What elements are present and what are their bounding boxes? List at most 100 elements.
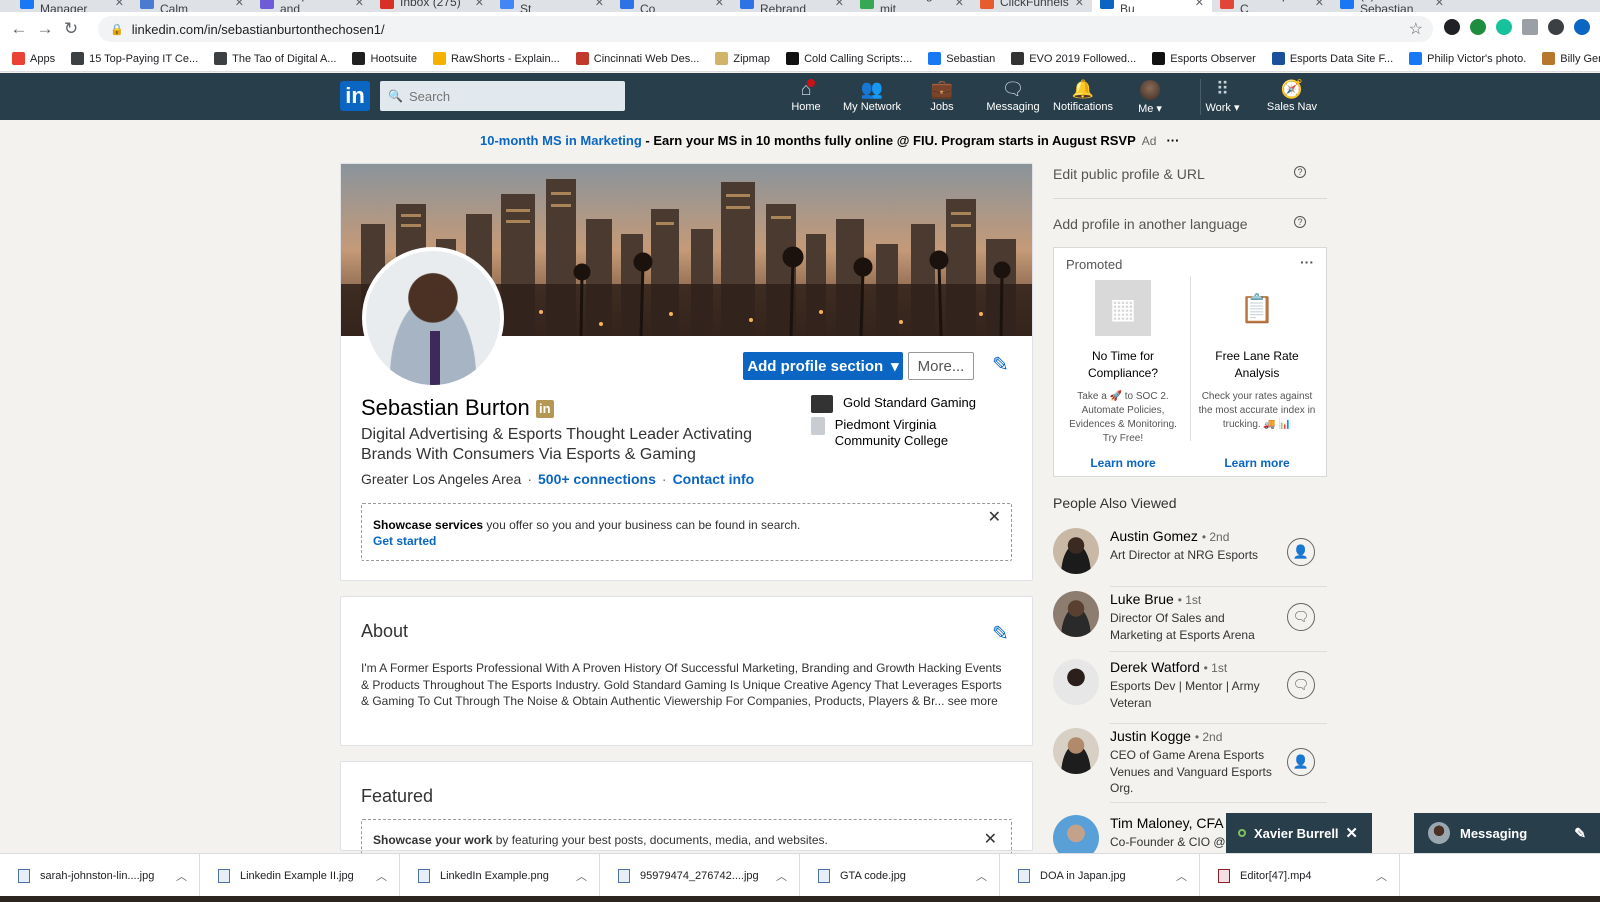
address-bar[interactable]: 🔒 linkedin.com/in/sebastianburtonthechos… xyxy=(98,16,1433,42)
avatar[interactable] xyxy=(1053,591,1099,637)
sponsored-ad-line[interactable]: 10-month MS in Marketing - Earn your MS … xyxy=(480,133,1179,148)
compose-icon[interactable]: ✎ xyxy=(1574,825,1586,842)
education-item[interactable]: Piedmont Virginia Community College xyxy=(811,417,971,449)
bookmark-star-icon[interactable]: ☆ xyxy=(1409,19,1423,39)
chevron-up-icon[interactable]: ︿ xyxy=(1176,868,1187,884)
profile-icon[interactable] xyxy=(1548,19,1564,35)
browser-tab[interactable]: Free Esports C✕ xyxy=(1212,0,1332,12)
bookmark-item[interactable]: RawShorts - Explain... xyxy=(432,52,560,65)
back-arrow-icon[interactable]: ← xyxy=(6,19,32,39)
close-icon[interactable]: ✕ xyxy=(715,0,724,9)
profile-photo[interactable] xyxy=(362,247,504,389)
connect-icon[interactable]: 👤 xyxy=(1287,748,1315,776)
bookmark-item[interactable]: Cold Calling Scripts:... xyxy=(786,52,912,65)
nav-sales-nav[interactable]: 🧭 Sales Nav xyxy=(1266,79,1318,115)
linkedin-logo[interactable]: in xyxy=(340,81,370,111)
edit-pencil-icon[interactable]: ✎ xyxy=(992,352,1009,377)
learn-more-link[interactable]: Learn more xyxy=(1192,456,1322,470)
people-list-item[interactable]: Austin Gomez • 2nd Art Director at NRG E… xyxy=(1053,528,1327,588)
help-icon[interactable]: ? xyxy=(1294,216,1306,228)
avatar[interactable] xyxy=(1053,659,1099,705)
close-icon[interactable]: ✕ xyxy=(355,0,364,9)
bookmark-item[interactable]: 15 Top-Paying IT Ce... xyxy=(71,52,198,65)
extension-icon[interactable] xyxy=(1444,19,1460,35)
bookmark-item[interactable]: Esports Data Site F... xyxy=(1271,52,1393,65)
bookmark-item[interactable]: Sebastian xyxy=(928,52,995,65)
chevron-up-icon[interactable]: ︿ xyxy=(376,868,387,884)
nav-work[interactable]: ⠿ Work ▾ xyxy=(1200,79,1244,115)
help-icon[interactable]: ? xyxy=(1294,166,1306,178)
chevron-up-icon[interactable]: ︿ xyxy=(976,868,987,884)
browser-tab-active[interactable]: Sebastian Bu✕ xyxy=(1092,0,1212,12)
extension-icon[interactable] xyxy=(1470,19,1486,35)
reload-icon[interactable]: ↻ xyxy=(58,19,84,39)
browser-tab[interactable]: Free Cloud St✕ xyxy=(492,0,612,12)
close-icon[interactable]: ✕ xyxy=(835,0,844,9)
browser-tab[interactable]: Turquoise and✕ xyxy=(252,0,372,12)
close-icon[interactable]: ✕ xyxy=(235,0,244,9)
learn-more-link[interactable]: Learn more xyxy=(1058,456,1188,470)
chevron-up-icon[interactable]: ︿ xyxy=(1376,868,1387,884)
add-profile-section-button[interactable]: Add profile section ▾ xyxy=(743,352,903,380)
close-icon[interactable]: ✕ xyxy=(1435,0,1444,9)
download-item[interactable]: sarah-johnston-lin....jpg ︿ xyxy=(0,854,200,897)
close-icon[interactable]: ✕ xyxy=(1075,0,1084,9)
connect-icon[interactable]: 👤 xyxy=(1287,538,1315,566)
bookmark-item[interactable]: Billy Gene Is Marke xyxy=(1542,52,1600,65)
nav-messaging[interactable]: 🗨 Messaging xyxy=(980,79,1046,115)
people-list-item[interactable]: Luke Brue • 1st Director Of Sales and Ma… xyxy=(1053,591,1327,657)
browser-tab[interactable]: Ads Manager✕ xyxy=(12,0,132,12)
bookmark-item[interactable]: Zipmap xyxy=(715,52,770,65)
message-icon[interactable]: 🗨 xyxy=(1287,603,1315,631)
messaging-bar[interactable]: Messaging ✎ xyxy=(1414,813,1600,853)
bookmark-item[interactable]: Esports Observer xyxy=(1152,52,1256,65)
bookmark-item[interactable]: Philip Victor's photo. xyxy=(1409,52,1526,65)
more-options-icon[interactable]: ··· xyxy=(1166,133,1179,148)
download-item[interactable]: 95979474_276742....jpg ︿ xyxy=(600,854,800,897)
download-item[interactable]: GTA code.jpg ︿ xyxy=(800,854,1000,897)
download-item[interactable]: Linkedin Example II.jpg ︿ xyxy=(200,854,400,897)
close-icon[interactable]: ✕ xyxy=(955,0,964,9)
nav-me[interactable]: Me ▾ xyxy=(1132,79,1168,115)
experience-item-current[interactable]: Gold Standard Gaming xyxy=(811,395,976,413)
browser-tab[interactable]: Inbox (275) ✕ xyxy=(372,0,492,12)
close-icon[interactable]: ✕ xyxy=(1345,824,1358,842)
chat-conversation-bar[interactable]: Xavier Burrell ✕ xyxy=(1226,813,1372,853)
nav-notifications[interactable]: 🔔 Notifications xyxy=(1050,79,1116,115)
search-input[interactable] xyxy=(408,88,609,104)
search-box[interactable]: 🔍 xyxy=(380,81,625,111)
nav-my-network[interactable]: 👥 My Network xyxy=(836,79,908,115)
close-icon[interactable]: ✕ xyxy=(1195,0,1204,9)
more-button[interactable]: More... xyxy=(908,352,974,380)
forward-arrow-icon[interactable]: → xyxy=(32,19,58,39)
browser-tab[interactable]: ClickFunnels ✕ xyxy=(972,0,1092,12)
chevron-up-icon[interactable]: ︿ xyxy=(576,868,587,884)
download-item[interactable]: LinkedIn Example.png ︿ xyxy=(400,854,600,897)
people-list-item[interactable]: Justin Kogge • 2nd CEO of Game Arena Esp… xyxy=(1053,728,1327,804)
message-icon[interactable]: 🗨 xyxy=(1287,671,1315,699)
chevron-up-icon[interactable]: ︿ xyxy=(176,868,187,884)
close-icon[interactable]: ✕ xyxy=(475,0,484,9)
avatar[interactable] xyxy=(1053,728,1099,774)
bookmark-item[interactable]: The Tao of Digital A... xyxy=(214,52,336,65)
extension-icon[interactable] xyxy=(1574,19,1590,35)
add-language-profile-link[interactable]: Add profile in another language xyxy=(1053,216,1248,232)
grammarly-icon[interactable] xyxy=(1496,19,1512,35)
promoted-item[interactable]: 📋 Free Lane Rate Analysis Check your rat… xyxy=(1192,280,1322,471)
browser-tab[interactable]: KRZ Rebrand✕ xyxy=(732,0,852,12)
browser-tab[interactable]: Ebook and Co✕ xyxy=(612,0,732,12)
browser-tab[interactable]: marketing mit✕ xyxy=(852,0,972,12)
people-list-item[interactable]: Derek Watford • 1st Esports Dev | Mentor… xyxy=(1053,659,1327,725)
bookmark-item[interactable]: Cincinnati Web Des... xyxy=(575,52,699,65)
avatar[interactable] xyxy=(1053,815,1099,853)
bookmark-item[interactable]: Apps xyxy=(12,52,55,65)
close-icon[interactable]: ✕ xyxy=(595,0,604,9)
browser-tab[interactable]: (1) Sebastian✕ xyxy=(1332,0,1452,12)
more-options-icon[interactable]: ··· xyxy=(1300,254,1314,270)
close-icon[interactable]: ✕ xyxy=(115,0,124,9)
close-icon[interactable]: ✕ xyxy=(1315,0,1324,9)
close-icon[interactable]: ✕ xyxy=(988,510,1001,526)
download-item[interactable]: DOA in Japan.jpg ︿ xyxy=(1000,854,1200,897)
see-more-link[interactable]: ... see more xyxy=(934,694,997,708)
get-started-link[interactable]: Get started xyxy=(373,533,1000,549)
